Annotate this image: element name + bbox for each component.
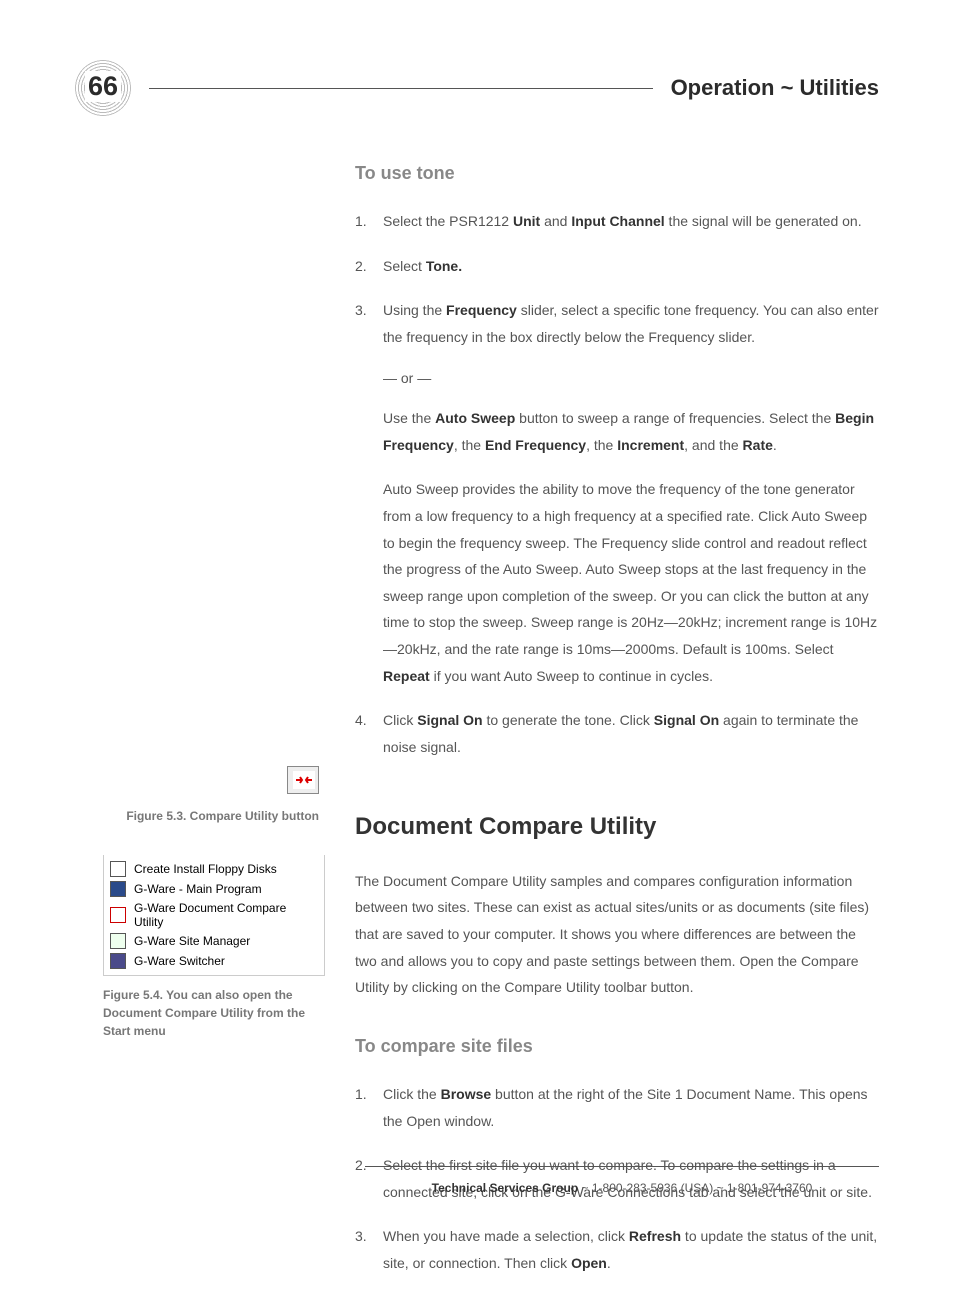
menu-item-label: G-Ware Document Compare Utility	[134, 901, 318, 929]
start-menu-figure: Create Install Floppy Disks G-Ware - Mai…	[103, 855, 325, 976]
step-item: When you have made a selection, click Re…	[355, 1223, 879, 1276]
footer: Technical Services Group ~ 1-800-283-593…	[365, 1166, 879, 1195]
menu-item: G-Ware Switcher	[110, 951, 318, 971]
page-number: 66	[85, 71, 121, 102]
menu-item: G-Ware Document Compare Utility	[110, 899, 318, 931]
site-icon	[110, 933, 126, 949]
menu-item-label: Create Install Floppy Disks	[134, 862, 277, 876]
menu-item-label: G-Ware Switcher	[134, 954, 225, 968]
compare-utility-icon	[287, 766, 319, 794]
step-item: Select Tone.	[355, 253, 879, 280]
intro-paragraph: The Document Compare Utility samples and…	[355, 868, 879, 1001]
program-icon	[110, 881, 126, 897]
subheading-compare: To compare site files	[355, 1029, 879, 1063]
page-title: Operation ~ Utilities	[671, 75, 879, 101]
page-number-badge: 66	[75, 60, 131, 116]
menu-item: G-Ware Site Manager	[110, 931, 318, 951]
figure-caption-5-3: Figure 5.3. Compare Utility button	[75, 807, 335, 825]
compare-icon	[110, 907, 126, 923]
step-item: Select the PSR1212 Unit and Input Channe…	[355, 208, 879, 235]
menu-item: Create Install Floppy Disks	[110, 859, 318, 879]
switcher-icon	[110, 953, 126, 969]
step-item: Using the Frequency slider, select a spe…	[355, 297, 879, 689]
menu-item-label: G-Ware Site Manager	[134, 934, 250, 948]
menu-item-label: G-Ware - Main Program	[134, 882, 262, 896]
or-separator: — or —	[383, 365, 879, 392]
section-heading-compare: Document Compare Utility	[355, 804, 879, 850]
figure-caption-5-4: Figure 5.4. You can also open the Docume…	[103, 986, 325, 1040]
step-item: Click the Browse button at the right of …	[355, 1081, 879, 1134]
step-item: Click Signal On to generate the tone. Cl…	[355, 707, 879, 760]
subheading-tone: To use tone	[355, 156, 879, 190]
menu-item: G-Ware - Main Program	[110, 879, 318, 899]
header-rule	[149, 88, 653, 89]
floppy-icon	[110, 861, 126, 877]
